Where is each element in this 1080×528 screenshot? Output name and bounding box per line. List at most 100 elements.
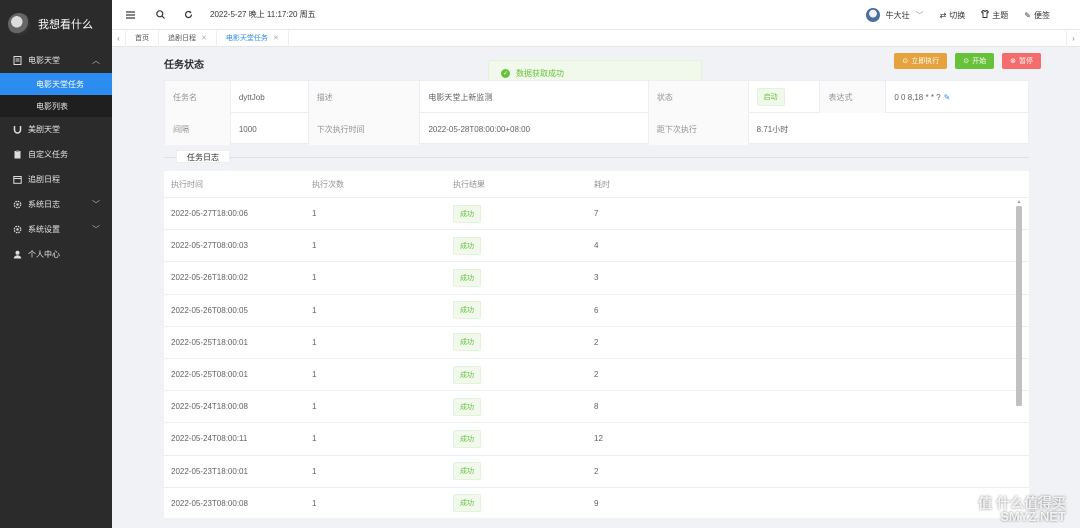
interval-value: 1000 [231,113,309,145]
switch-button[interactable]: ⇄ 切换 [940,10,966,21]
sidebar-item-schedule[interactable]: 追剧日程 [0,167,112,192]
avatar [865,8,880,22]
tabs-scroll-right-icon[interactable]: › [1066,29,1080,47]
task-actions: ⊙ 立即执行 ⊙ 开始 ⊗ 暂停 [894,53,1041,69]
start-label: 开始 [972,58,987,65]
cell-cost: 4 [594,241,599,251]
status-badge: 成功 [453,268,481,287]
task-panel: 任务状态 ✓ 数据获取成功 ⊙ 立即执行 ⊙ 开始 ⊗ 暂停 任务名 dyttJ… [164,48,1041,518]
column-header[interactable]: 执行结果 [446,179,587,190]
sidebar-item-custom-task[interactable]: 自定义任务 [0,142,112,167]
current-datetime: 2022-5-27 晚上 11:17:20 周五 [210,10,316,19]
close-icon[interactable]: ✕ [273,34,279,42]
desc-row: 任务名 dyttJob 描述 电影天堂上新监测 状态 启动 表达式 0 0 8,… [165,81,1028,113]
status-badge: 成功 [453,236,481,255]
run-now-button[interactable]: ⊙ 立即执行 [894,53,948,69]
cell-cost: 3 [594,273,599,283]
table-row[interactable]: 2022-05-23T08:00:08 1 成功 9 [164,488,1029,518]
table-row[interactable]: 2022-05-25T08:00:01 1 成功 2 [164,359,1029,392]
sidebar-item-label: 个人中心 [28,250,60,259]
cell-result: 成功 [446,365,587,384]
edit-icon[interactable]: ✎ [944,93,951,102]
table-row[interactable]: 2022-05-25T18:00:01 1 成功 2 [164,327,1029,359]
table-row[interactable]: 2022-05-27T18:00:06 1 成功 7 [164,198,1029,231]
check-circle-icon: ✓ [501,68,510,78]
table-header: 执行时间 执行次数 执行结果 耗时 [164,171,1029,198]
column-header[interactable]: 执行时间 [164,179,305,190]
tab-movie-heaven-task[interactable]: 电影天堂任务 ✕ [217,29,289,47]
cell-count: 1 [312,434,317,444]
watermark-line: SMYZ.NET [1000,509,1066,524]
start-button[interactable]: ⊙ 开始 [955,53,995,69]
sidebar-item-us-drama[interactable]: 美剧天堂 [0,117,112,142]
search-icon[interactable] [152,7,168,23]
sidebar-item-system-log[interactable]: 系统日志 ﹀ [0,192,112,217]
table-row[interactable]: 2022-05-24T08:00:11 1 成功 12 [164,423,1029,456]
time-until-value: 8.71小时 [756,124,789,134]
top-header: 2022-5-27 晚上 11:17:20 周五 牛大壮 ﹀ ⇄ 切换 主题 ✎… [112,0,1080,30]
clipboard-icon [12,150,22,160]
theme-button[interactable]: 主题 [981,10,1008,21]
table-row[interactable]: 2022-05-27T08:00:03 1 成功 4 [164,230,1029,263]
cell-count: 1 [312,273,317,283]
username: 牛大壮 [885,10,910,20]
user-menu[interactable]: 牛大壮 ﹀ [865,8,924,22]
tab-label: 电影天堂任务 [225,35,268,42]
tab-home[interactable]: 首页 [126,29,159,47]
main-content: 任务状态 ✓ 数据获取成功 ⊙ 立即执行 ⊙ 开始 ⊗ 暂停 任务名 dyttJ… [112,48,1080,528]
magnet-icon [12,125,22,135]
scroll-up-icon[interactable]: ▲ [1016,199,1022,205]
brand: 我想看什么 [0,0,112,48]
edit-icon: ✎ [1024,10,1031,20]
tab-schedule[interactable]: 追剧日程 ✕ [159,29,217,47]
tab-label: 追剧日程 [168,35,196,42]
pause-label: 暂停 [1019,58,1033,65]
expression-label: 表达式 [820,81,887,113]
note-button[interactable]: ✎ 便签 [1024,10,1050,21]
menu-toggle-icon[interactable] [122,7,138,23]
status-badge: 成功 [453,462,481,481]
sidebar-item-system-settings[interactable]: 系统设置 ﹀ [0,217,112,242]
switch-icon: ⇄ [939,10,947,20]
sidebar-item-profile[interactable]: 个人中心 [0,242,112,267]
chevron-down-icon: ﹀ [92,200,100,209]
refresh-icon[interactable] [180,7,196,23]
status-badge: 成功 [453,204,481,223]
close-icon[interactable]: ✕ [201,34,207,42]
sidebar-item-label: 追剧日程 [28,175,60,184]
status-badge: 成功 [453,301,481,320]
watermark-line: 值 什么值得买 [978,495,1066,511]
expression-value: 0 0 8,18 * * ? [894,92,941,102]
sidebar-item-label: 自定义任务 [28,150,68,159]
cell-count: 1 [312,241,317,251]
cell-result: 成功 [446,333,587,352]
sidebar-item-movie-heaven[interactable]: 电影天堂 ︿ [0,48,112,73]
cell-count: 1 [312,305,317,315]
cell-time: 2022-05-24T08:00:11 [171,434,248,444]
pause-circle-icon: ⊗ [1010,58,1016,65]
calendar-icon [12,175,22,185]
status-label: 状态 [648,81,749,113]
sidebar-item-movie-heaven-task[interactable]: 电影天堂任务 [0,73,112,95]
cell-cost: 9 [594,498,599,508]
divider [164,157,1029,158]
column-header[interactable]: 执行次数 [305,179,446,190]
vertical-scrollbar[interactable] [1016,206,1022,406]
status-badge: 成功 [453,333,481,352]
pause-button[interactable]: ⊗ 暂停 [1002,53,1041,69]
document-icon [12,56,22,66]
cell-count: 1 [312,370,317,380]
next-run-value: 2022-05-28T08:00:00+08:00 [420,113,649,145]
table-row[interactable]: 2022-05-24T18:00:08 1 成功 8 [164,391,1029,424]
sidebar-item-movie-list[interactable]: 电影列表 [0,95,112,117]
note-label: 便签 [1034,10,1050,20]
table-row[interactable]: 2022-05-26T18:00:02 1 成功 3 [164,262,1029,295]
tabs-scroll-left-icon[interactable]: ‹ [112,29,126,47]
table-row[interactable]: 2022-05-26T08:00:05 1 成功 6 [164,295,1029,327]
sidebar-item-label: 系统设置 [28,225,60,234]
column-header[interactable]: 耗时 [587,179,1007,190]
table-row[interactable]: 2022-05-23T18:00:01 1 成功 2 [164,456,1029,488]
sidebar-item-label: 系统日志 [28,200,60,209]
sidebar-item-label: 美剧天堂 [28,125,60,134]
brand-title: 我想看什么 [38,19,93,31]
